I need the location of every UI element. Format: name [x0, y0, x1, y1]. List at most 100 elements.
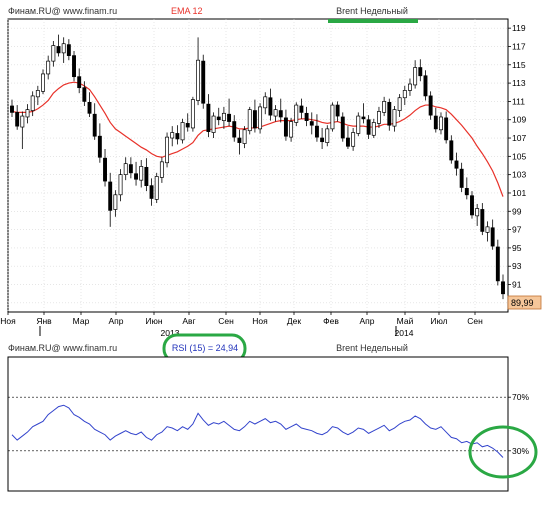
candle-body-down [72, 55, 76, 78]
candle-body-down [66, 44, 71, 56]
candle [154, 172, 159, 204]
price-x-tick-label: Дек [287, 316, 301, 326]
candle-body-down [501, 281, 505, 295]
candle-body-up [397, 97, 402, 111]
candle [165, 132, 170, 168]
price-y-tick-label: 105 [512, 151, 526, 161]
candle-body-down [320, 137, 325, 143]
chart-canvas: 8991939597991011031051071091111131151171… [0, 0, 550, 502]
candle-body-up [485, 226, 490, 233]
candle [247, 106, 252, 135]
candle-body-down [175, 133, 180, 140]
candle-body-down [335, 104, 340, 117]
candle-body-up [123, 163, 128, 176]
candle-body-up [258, 106, 263, 130]
candle-body-up [413, 67, 418, 86]
candle-body-up [25, 109, 30, 118]
candle-body-up [356, 115, 361, 134]
price-y-tick-label: 111 [512, 96, 525, 106]
candle-body-up [139, 166, 144, 181]
candle-body-up [325, 128, 330, 143]
price-y-tick-label: 103 [512, 170, 526, 180]
candle-body-up [159, 161, 164, 178]
price-year-label: 2014 [395, 328, 414, 338]
candle-body-down [345, 137, 350, 147]
rsi-panel-indicator: RSI (15) = 24,94 [172, 343, 238, 353]
candle-body-up [180, 122, 185, 141]
candle-body-down [495, 246, 500, 282]
price-y-tick-label: 101 [512, 188, 526, 198]
candle-body-down [366, 119, 371, 135]
candle-body-up [190, 99, 195, 129]
price-y-tick-label: 93 [512, 261, 522, 271]
candle-body-up [289, 121, 294, 138]
candle-body-down [92, 113, 97, 137]
chart-stage: 8991939597991011031051071091111131151171… [0, 0, 550, 502]
candle-body-down [480, 209, 485, 232]
candle-body-down [77, 76, 82, 89]
candle-body-up [247, 109, 252, 132]
candle-body-up [46, 60, 51, 75]
candle-body-down [149, 185, 154, 199]
candle-body-down [97, 135, 102, 158]
price-x-tick-label: Авг [182, 316, 195, 326]
candle-body-up [242, 129, 247, 144]
price-x-tick-label: Сен [218, 316, 234, 326]
candle [294, 102, 299, 127]
candle-body-up [475, 208, 480, 217]
candle [72, 51, 76, 82]
price-x-tick-label: Мар [73, 316, 90, 326]
candle-body-down [304, 112, 309, 121]
candle [258, 103, 263, 134]
candle-body-up [30, 95, 35, 111]
candle-body-down [428, 95, 433, 116]
candle-body-down [185, 123, 190, 128]
candle-body-down [490, 227, 495, 247]
candle-body-down [82, 87, 87, 102]
candle-body-down [454, 160, 459, 169]
candle-body-up [263, 96, 268, 109]
candle-body-up [371, 122, 376, 136]
candle [356, 112, 361, 137]
price-y-tick-label: 95 [512, 243, 522, 253]
candle-body-down [444, 117, 449, 141]
candle-body-down [314, 125, 319, 138]
candle-body-down [340, 116, 345, 139]
candle-body-down [108, 181, 113, 211]
candle-body-down [299, 105, 304, 113]
price-y-tick-label: 115 [512, 60, 526, 70]
price-y-tick-label: 97 [512, 225, 522, 235]
candle-body-up [221, 112, 226, 121]
candle-body-down [216, 116, 221, 121]
price-x-tick-label: Апр [109, 316, 124, 326]
candle-body-down [206, 103, 211, 132]
candle-body-down [470, 195, 474, 216]
price-x-tick-label: Апр [360, 316, 375, 326]
candle [340, 112, 345, 142]
price-y-tick-label: 117 [512, 41, 526, 51]
rsi-y-tick-label: 70% [512, 392, 529, 402]
candle-body-down [252, 110, 257, 129]
candle [180, 118, 185, 144]
candle-body-up [392, 109, 397, 127]
candle-body-up [377, 111, 381, 124]
candle-body-down [433, 115, 438, 130]
price-x-tick-label: Ноя [0, 316, 16, 326]
candle-body-up [170, 132, 175, 139]
candle-body-up [41, 73, 45, 92]
candle-body-up [196, 59, 201, 101]
price-x-tick-label: Июл [430, 316, 447, 326]
candle-body-down [201, 60, 206, 104]
candle [330, 102, 335, 132]
candle-body-down [227, 113, 232, 122]
price-x-tick-label: Май [397, 316, 414, 326]
candle-body-down [232, 121, 237, 138]
candle-body-down [283, 117, 288, 137]
candle-body-down [459, 168, 464, 188]
candle-body-down [15, 112, 20, 127]
candle-body-down [10, 105, 14, 113]
candle-body-down [87, 101, 92, 114]
candle [190, 96, 195, 132]
price-y-tick-label: 109 [512, 115, 526, 125]
candle-body-down [103, 157, 107, 182]
